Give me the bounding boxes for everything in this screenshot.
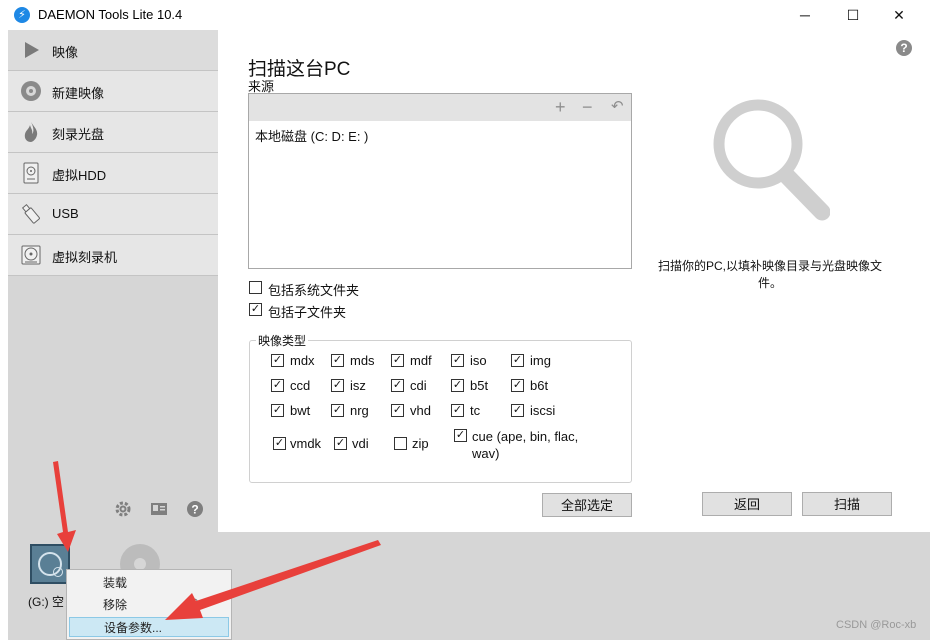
- type-tc-checkbox[interactable]: ✓: [451, 404, 464, 417]
- scan-button[interactable]: 扫描: [802, 492, 892, 516]
- help-icon[interactable]: ?: [186, 500, 204, 518]
- type-label: vhd: [410, 403, 431, 418]
- close-button[interactable]: ✕: [876, 0, 922, 30]
- type-mds-checkbox[interactable]: ✓: [331, 354, 344, 367]
- type-mdx-checkbox[interactable]: ✓: [271, 354, 284, 367]
- type-label: nrg: [350, 403, 369, 418]
- type-label: mdx: [290, 353, 315, 368]
- sidebar-item-virtual-burner[interactable]: 虚拟刻录机: [8, 235, 218, 276]
- sidebar-item-label: 新建映像: [52, 86, 105, 101]
- include-subfolders-checkbox[interactable]: ✓: [249, 303, 262, 316]
- title-bar: ⚡ DAEMON Tools Lite 10.4 ─ ☐ ✕: [0, 0, 930, 30]
- type-cue-checkbox[interactable]: ✓: [454, 429, 467, 442]
- sidebar-item-label: 虚拟刻录机: [52, 250, 118, 265]
- type-label: bwt: [290, 403, 311, 418]
- source-toolbar: + − ↶: [249, 94, 631, 121]
- type-isz-checkbox[interactable]: ✓: [331, 379, 344, 392]
- sidebar-item-label: 映像: [52, 45, 79, 60]
- type-iscsi-checkbox[interactable]: ✓: [511, 404, 524, 417]
- type-label: iscsi: [530, 403, 556, 418]
- type-vmdk-checkbox[interactable]: ✓: [273, 437, 286, 450]
- context-item-eject[interactable]: 移除: [69, 595, 229, 615]
- type-b6t-checkbox[interactable]: ✓: [511, 379, 524, 392]
- hdd-icon: [23, 162, 39, 184]
- type-iso-checkbox[interactable]: ✓: [451, 354, 464, 367]
- play-icon: [25, 42, 39, 58]
- usb-icon: [21, 204, 40, 224]
- sidebar-item-virtual-hdd[interactable]: 虚拟HDD: [8, 153, 218, 194]
- gear-icon[interactable]: [114, 500, 132, 518]
- type-b5t-checkbox[interactable]: ✓: [451, 379, 464, 392]
- search-icon: [713, 99, 830, 221]
- type-vhd-checkbox[interactable]: ✓: [391, 404, 404, 417]
- help-icon[interactable]: ?: [896, 40, 912, 56]
- type-label: b5t: [470, 378, 489, 393]
- image-types-label: 映像类型: [256, 332, 309, 349]
- flame-icon: [24, 122, 38, 142]
- sidebar-item-images[interactable]: 映像: [8, 30, 218, 71]
- include-system-folders-label: 包括系统文件夹: [268, 283, 360, 298]
- sidebar-item-label: 虚拟HDD: [52, 168, 107, 183]
- type-mdf-checkbox[interactable]: ✓: [391, 354, 404, 367]
- type-label: img: [530, 353, 551, 368]
- type-label: ccd: [290, 378, 311, 393]
- sidebar-item-new-image[interactable]: 新建映像: [8, 71, 218, 112]
- type-label: isz: [350, 378, 366, 393]
- svg-text:?: ?: [191, 503, 198, 517]
- type-label: iso: [470, 353, 487, 368]
- disc-icon: [21, 81, 41, 101]
- sidebar-item-label: 刻录光盘: [52, 127, 105, 142]
- add-source-button[interactable]: +: [555, 97, 566, 117]
- virtual-drive-g[interactable]: [30, 544, 70, 584]
- sidebar-item-burn-disc[interactable]: 刻录光盘: [8, 112, 218, 153]
- select-all-button[interactable]: 全部选定: [542, 493, 632, 517]
- disc-icon: [38, 552, 63, 577]
- type-label: vdi: [352, 436, 369, 451]
- type-label: vmdk: [290, 436, 322, 451]
- type-label: b6t: [530, 378, 549, 393]
- scan-description: 扫描你的PC,以填补映像目录与光盘映像文件。: [657, 259, 882, 290]
- main-panel: 扫描这台PC ? 来源 + − ↶ 本地磁盘 (C: D: E: ) 包括系统文…: [218, 30, 930, 532]
- context-item-mount[interactable]: 装载: [69, 573, 229, 593]
- type-vdi-checkbox[interactable]: ✓: [334, 437, 347, 450]
- context-item-device-parameters[interactable]: 设备参数...: [69, 617, 229, 637]
- sidebar-item-usb[interactable]: USB: [8, 194, 218, 235]
- maximize-button[interactable]: ☐: [830, 0, 876, 30]
- license-icon[interactable]: [150, 500, 168, 518]
- drive-label-partial: D: [190, 596, 199, 610]
- daemon-tools-logo-icon: ⚡: [14, 7, 30, 23]
- sidebar: 映像 新建映像 刻录光盘 虚拟HDD USB 虚拟刻录机 ?: [8, 30, 218, 532]
- minimize-button[interactable]: ─: [782, 0, 828, 30]
- type-nrg-checkbox[interactable]: ✓: [331, 404, 344, 417]
- list-item[interactable]: 本地磁盘 (C: D: E: ): [255, 126, 368, 145]
- type-ccd-checkbox[interactable]: ✓: [271, 379, 284, 392]
- type-img-checkbox[interactable]: ✓: [511, 354, 524, 367]
- include-subfolders-label: 包括子文件夹: [268, 305, 347, 320]
- type-label: cue (ape, bin, flac, wav): [472, 429, 579, 461]
- type-label: mds: [350, 353, 375, 368]
- context-menu: 装载 移除 设备参数...: [66, 569, 232, 640]
- source-list[interactable]: + − ↶ 本地磁盘 (C: D: E: ): [248, 93, 632, 269]
- type-zip-checkbox[interactable]: [394, 437, 407, 450]
- include-system-folders-checkbox[interactable]: [249, 281, 262, 294]
- sidebar-item-label: USB: [52, 206, 79, 221]
- window-title: DAEMON Tools Lite 10.4: [38, 7, 183, 22]
- type-label: zip: [412, 436, 429, 451]
- burner-icon: [21, 245, 41, 265]
- watermark: CSDN @Roc-xb: [836, 619, 917, 631]
- back-button[interactable]: 返回: [702, 492, 792, 516]
- type-bwt-checkbox[interactable]: ✓: [271, 404, 284, 417]
- type-cdi-checkbox[interactable]: ✓: [391, 379, 404, 392]
- drive-label: (G:) 空: [28, 595, 64, 609]
- remove-source-button[interactable]: −: [582, 97, 593, 117]
- type-label: mdf: [410, 353, 432, 368]
- undo-source-button[interactable]: ↶: [611, 97, 624, 117]
- type-label: tc: [470, 403, 481, 418]
- type-label: cdi: [410, 378, 427, 393]
